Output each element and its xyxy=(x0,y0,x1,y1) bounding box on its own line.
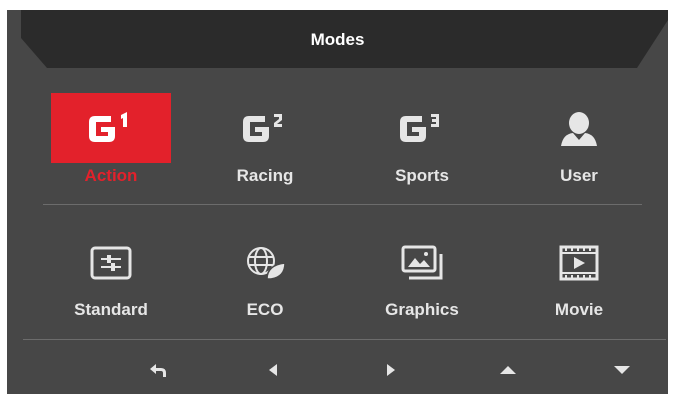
mode-label: User xyxy=(560,166,598,185)
mode-standard[interactable]: Standard xyxy=(51,230,171,340)
eco-globe-icon xyxy=(205,230,325,296)
mode-label: Action xyxy=(84,166,138,185)
up-arrow-icon xyxy=(500,366,516,374)
mode-label: ECO xyxy=(246,300,284,319)
up-button[interactable] xyxy=(488,356,528,384)
mode-eco[interactable]: ECO xyxy=(205,230,325,340)
mode-label: Sports xyxy=(395,166,449,185)
film-icon xyxy=(519,230,639,296)
mode-label: Standard xyxy=(74,300,148,319)
page-title: Modes xyxy=(310,30,365,49)
sliders-icon xyxy=(51,230,171,296)
mode-label: Movie xyxy=(554,300,604,319)
g1-icon xyxy=(51,93,171,163)
right-arrow-icon xyxy=(387,364,395,376)
picture-icon xyxy=(362,230,482,296)
mode-user[interactable]: User xyxy=(519,93,639,203)
g3-icon xyxy=(362,93,482,163)
down-button[interactable] xyxy=(602,356,642,384)
mode-racing[interactable]: Racing xyxy=(205,93,325,203)
user-icon xyxy=(519,93,639,163)
mode-sports[interactable]: Sports xyxy=(362,93,482,203)
mode-label: Racing xyxy=(236,166,294,185)
g2-icon xyxy=(205,93,325,163)
osd-header: Modes xyxy=(7,10,668,68)
row-divider xyxy=(43,204,642,205)
back-icon xyxy=(150,364,166,377)
right-button[interactable] xyxy=(371,356,411,384)
left-button[interactable] xyxy=(253,356,293,384)
down-arrow-icon xyxy=(614,366,630,374)
mode-action[interactable]: Action xyxy=(51,93,171,203)
back-button[interactable] xyxy=(138,356,178,384)
left-arrow-icon xyxy=(269,364,277,376)
mode-graphics[interactable]: Graphics xyxy=(362,230,482,340)
mode-movie[interactable]: Movie xyxy=(519,230,639,340)
nav-divider xyxy=(23,339,666,340)
mode-label: Graphics xyxy=(385,300,459,319)
